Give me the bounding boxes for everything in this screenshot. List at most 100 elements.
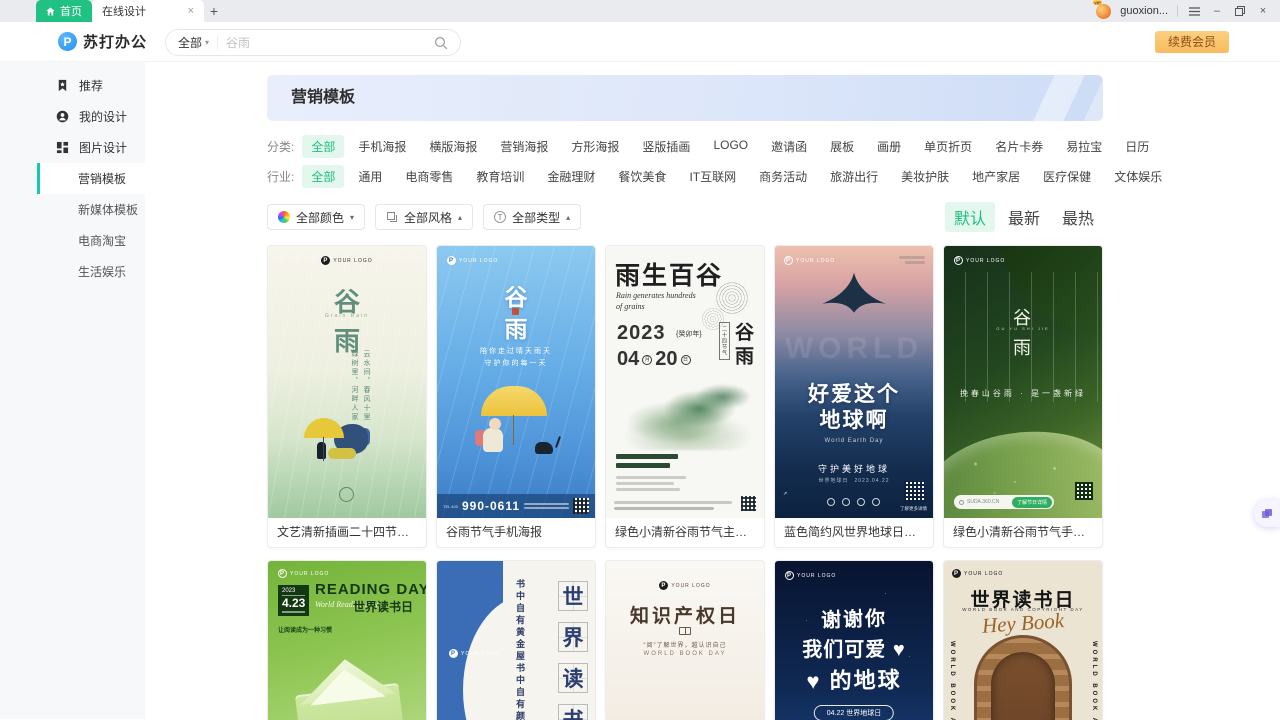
qr-code xyxy=(573,498,589,514)
sidebar-item-label: 我的设计 xyxy=(79,108,127,125)
chevron-down-icon: ▾ xyxy=(350,213,354,222)
app-logo[interactable]: P 苏打办公 xyxy=(58,31,147,52)
sidebar-subitem[interactable]: 营销模板 xyxy=(37,163,145,194)
category-chip[interactable]: 横版海报 xyxy=(420,135,486,158)
category-chip[interactable]: 名片卡券 xyxy=(986,135,1052,158)
template-card[interactable]: PYOUR LOGO 2023 4.23 READING DAY World R… xyxy=(267,560,427,720)
search-bar[interactable]: 全部 ▾ 谷雨 xyxy=(165,29,461,56)
industry-chip[interactable]: 旅游出行 xyxy=(821,165,887,188)
industry-chip[interactable]: 教育培训 xyxy=(467,165,533,188)
category-chip[interactable]: 单页折页 xyxy=(915,135,981,158)
industry-chip[interactable]: 餐饮美食 xyxy=(609,165,675,188)
category-chip[interactable]: 日历 xyxy=(1116,135,1158,158)
banner: 营销模板 xyxy=(267,75,1103,121)
search-icon[interactable] xyxy=(434,36,448,50)
industry-chip[interactable]: 全部 xyxy=(302,165,344,188)
minimize-icon[interactable]: – xyxy=(1210,4,1224,18)
poster-logo: PYOUR LOGO xyxy=(606,581,764,590)
industry-chip[interactable]: 通用 xyxy=(349,165,391,188)
color-filter-dropdown[interactable]: 全部颜色 ▾ xyxy=(267,204,365,230)
page-title: 营销模板 xyxy=(267,75,1103,121)
type-filter-dropdown[interactable]: T 全部类型 ▴ xyxy=(483,204,581,230)
category-chip[interactable]: 竖版插画 xyxy=(633,135,699,158)
tab-online-design[interactable]: 在线设计 × xyxy=(92,0,204,22)
poster-thumbnail: PYOUR LOGO 谷 GU YU SHI JIE 雨 挽春山谷雨 · 是一盏… xyxy=(944,246,1102,518)
template-card[interactable]: PYOUR LOGO 书中自有黄金屋书中自有颜如玉 世 界 读 书 xyxy=(436,560,596,720)
industry-chip[interactable]: 美妆护肤 xyxy=(892,165,958,188)
category-chip[interactable]: 展板 xyxy=(821,135,863,158)
poster-thumbnail: PYOUR LOGO 谢谢你 我们可爱 ♥ ♥ 的地球 04.22 世界地球日 … xyxy=(775,561,933,720)
close-icon[interactable]: × xyxy=(188,5,194,17)
logo-text: 苏打办公 xyxy=(83,31,147,52)
category-chip[interactable]: 全部 xyxy=(302,135,344,158)
close-window-icon[interactable]: × xyxy=(1256,4,1270,18)
sort-option[interactable]: 最新 xyxy=(999,202,1049,232)
poster-thumbnail: PYOUR LOGO WORLD 好爱这个 地球啊 World Earth Da… xyxy=(775,246,933,518)
poster-thumbnail: PYOUR LOGO 书中自有黄金屋书中自有颜如玉 世 界 读 书 xyxy=(437,561,595,720)
dropdown-label: 全部风格 xyxy=(404,209,452,226)
category-chip[interactable]: 手机海报 xyxy=(349,135,415,158)
template-card[interactable]: PYOUR LOGO 谢谢你 我们可爱 ♥ ♥ 的地球 04.22 世界地球日 … xyxy=(774,560,934,720)
floating-widget[interactable] xyxy=(1254,500,1280,527)
color-wheel-icon xyxy=(278,211,290,223)
poster-thumbnail: PYOUR LOGO 谷 雨 陪你走过晴天雨天守护你的每一天 TEL 400 9… xyxy=(437,246,595,518)
filter-label: 行业: xyxy=(267,168,294,185)
username[interactable]: guoxion... xyxy=(1120,5,1168,17)
category-chip[interactable]: 画册 xyxy=(868,135,910,158)
industry-chip[interactable]: 地产家居 xyxy=(963,165,1029,188)
industry-chip[interactable]: 电商零售 xyxy=(396,165,462,188)
template-card[interactable]: PYOUR LOGO 谷 GU YU SHI JIE 雨 挽春山谷雨 · 是一盏… xyxy=(943,245,1103,548)
industry-chip[interactable]: IT互联网 xyxy=(680,165,745,188)
template-card[interactable]: PYOUR LOGO 谷 雨 陪你走过晴天雨天守护你的每一天 TEL 400 9… xyxy=(436,245,596,548)
industry-chip[interactable]: 文体娱乐 xyxy=(1105,165,1171,188)
window-controls: VIP guoxion... – × xyxy=(1096,0,1280,22)
template-card[interactable]: 雨生百谷 Rain generates hundredsof grains 20… xyxy=(605,245,765,548)
template-card[interactable]: PYOUR LOGO 知识产权日 “阅”了解世界，越认识自己 WORLD BOO… xyxy=(605,560,765,720)
template-title: 绿色小清新谷雨节气手机海报 xyxy=(944,518,1102,547)
industry-chip[interactable]: 金融理财 xyxy=(538,165,604,188)
renew-membership-button[interactable]: 续费会员 xyxy=(1155,31,1229,53)
industry-chip[interactable]: 商务活动 xyxy=(750,165,816,188)
tab-home-label: 首页 xyxy=(60,3,82,19)
filter-label: 分类: xyxy=(267,138,294,155)
sidebar-item-my-designs[interactable]: 我的设计 xyxy=(0,101,145,132)
sort-option[interactable]: 默认 xyxy=(945,202,995,232)
style-filter-dropdown[interactable]: 全部风格 ▴ xyxy=(375,204,473,230)
tab-home[interactable]: 首页 xyxy=(36,0,92,22)
template-card[interactable]: PYOUR LOGO 谷 Grain Rain 雨 云水间，春风十里绿树里，河畔… xyxy=(267,245,427,548)
new-tab-button[interactable]: + xyxy=(204,0,224,22)
logo-icon: P xyxy=(58,32,77,51)
user-icon xyxy=(56,110,69,123)
avatar[interactable]: VIP xyxy=(1096,4,1111,19)
poster-logo: PYOUR LOGO xyxy=(954,256,1005,265)
style-icon xyxy=(386,211,398,223)
sort-option[interactable]: 最热 xyxy=(1053,202,1103,232)
category-chip[interactable]: 营销海报 xyxy=(491,135,557,158)
category-chip[interactable]: 易拉宝 xyxy=(1057,135,1111,158)
template-title: 蓝色简约风世界地球日手机海报 xyxy=(775,518,933,547)
vip-badge: VIP xyxy=(1093,0,1101,5)
category-chip[interactable]: 方形海报 xyxy=(562,135,628,158)
home-icon xyxy=(46,7,55,16)
dropdown-label: 全部颜色 xyxy=(296,209,344,226)
poster-logo: PYOUR LOGO xyxy=(268,256,426,265)
template-card[interactable]: PYOUR LOGO 世界读书日 WORLD BOOK AND COPYRIGH… xyxy=(943,560,1103,720)
search-scope-dropdown[interactable]: 全部 ▾ xyxy=(178,34,209,51)
search-input[interactable]: 谷雨 xyxy=(226,34,426,51)
template-title: 绿色小清新谷雨节气主题类手机海报 xyxy=(606,518,764,547)
category-filter-row: 分类: 全部手机海报横版海报营销海报方形海报竖版插画LOGO邀请函展板画册单页折… xyxy=(267,135,1103,158)
sidebar-item-label: 推荐 xyxy=(79,77,103,94)
menu-icon[interactable] xyxy=(1187,4,1201,18)
sidebar-item-image-design[interactable]: 图片设计 xyxy=(0,132,145,163)
industry-chip[interactable]: 医疗保健 xyxy=(1034,165,1100,188)
sidebar-subitem[interactable]: 生活娱乐 xyxy=(0,256,145,287)
category-chip[interactable]: LOGO xyxy=(704,135,757,158)
sidebar-subitem[interactable]: 电商淘宝 xyxy=(0,225,145,256)
sidebar-subitem[interactable]: 新媒体模板 xyxy=(0,194,145,225)
sidebar-item-recommend[interactable]: 推荐 xyxy=(0,70,145,101)
template-card[interactable]: PYOUR LOGO WORLD 好爱这个 地球啊 World Earth Da… xyxy=(774,245,934,548)
category-chip[interactable]: 邀请函 xyxy=(762,135,816,158)
restore-icon[interactable] xyxy=(1233,4,1247,18)
poster-logo: PYOUR LOGO xyxy=(952,569,1003,578)
poster-logo: PYOUR LOGO xyxy=(447,256,498,265)
